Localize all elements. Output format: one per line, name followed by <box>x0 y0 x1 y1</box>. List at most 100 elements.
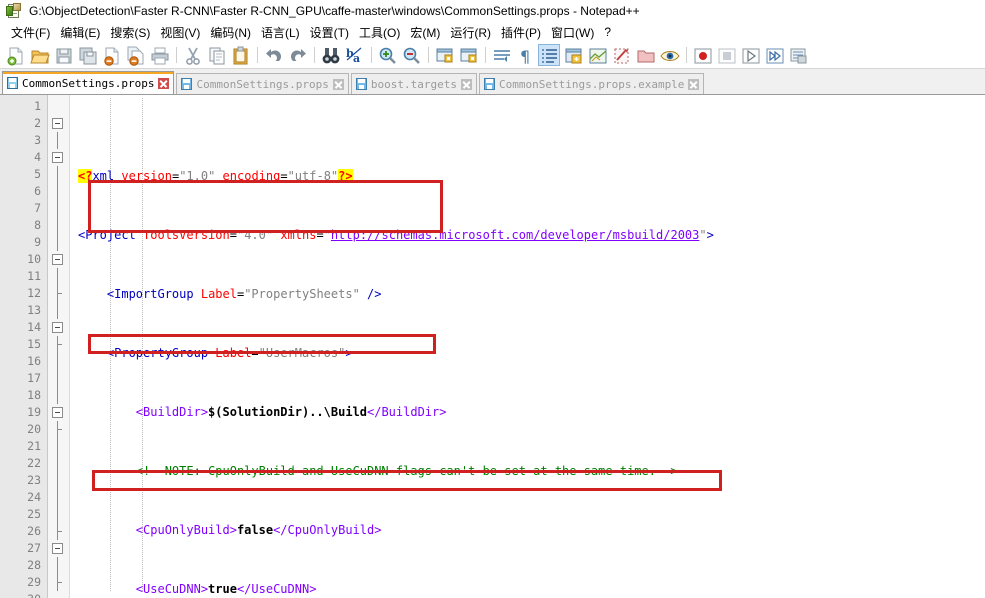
save-all-icon[interactable] <box>76 44 98 66</box>
document-map-icon[interactable] <box>586 44 608 66</box>
fold-row <box>48 166 69 183</box>
line-number: 21 <box>27 439 41 453</box>
line-number: 1 <box>34 99 41 113</box>
menu-tools[interactable]: 工具(O) <box>354 23 405 42</box>
separator-3 <box>314 47 315 63</box>
fold-row <box>48 438 69 455</box>
notepad-plus-plus-icon <box>6 3 22 19</box>
save-icon[interactable] <box>52 44 74 66</box>
code-line-5: <BuildDir>$(SolutionDir)..\Build</BuildD… <box>135 405 447 419</box>
tab-close-icon[interactable] <box>158 77 170 89</box>
fold-toggle-line-2[interactable] <box>48 115 69 132</box>
indent-guide-icon[interactable] <box>538 44 560 66</box>
tab-close-icon[interactable] <box>461 78 472 90</box>
fold-row <box>48 489 69 506</box>
menu-window[interactable]: 窗口(W) <box>546 23 599 42</box>
code-line-7: <CpuOnlyBuild>false</CpuOnlyBuild> <box>135 523 382 537</box>
fold-toggle-line-10[interactable] <box>48 251 69 268</box>
line-number: 26 <box>27 524 41 538</box>
code-content[interactable]: <?xml version="1.0" encoding="utf-8"?> <… <box>70 95 985 598</box>
fold-row <box>48 472 69 489</box>
zoom-in-icon[interactable] <box>376 44 398 66</box>
print-icon[interactable] <box>148 44 170 66</box>
zoom-out-icon[interactable] <box>400 44 422 66</box>
redo-icon[interactable] <box>286 44 308 66</box>
user-define-dialog-icon[interactable] <box>562 44 584 66</box>
fold-row <box>48 506 69 523</box>
line-number: 27 <box>27 541 41 555</box>
separator-5 <box>428 47 429 63</box>
fold-row <box>48 421 69 438</box>
close-all-icon[interactable] <box>124 44 146 66</box>
sync-horizontal-icon[interactable] <box>457 44 479 66</box>
menu-encoding[interactable]: 编码(N) <box>205 23 256 42</box>
tab-close-icon[interactable] <box>688 78 700 90</box>
editor-area[interactable]: 1 2 3 4 5 6 7 8 9 10 11 12 13 14 15 16 1… <box>0 95 985 598</box>
fold-row <box>48 217 69 234</box>
folder-workspace-icon[interactable] <box>634 44 656 66</box>
line-number: 17 <box>27 371 41 385</box>
fold-row <box>48 455 69 472</box>
fold-toggle-line-14[interactable] <box>48 319 69 336</box>
save-macro-icon[interactable] <box>787 44 809 66</box>
line-number: 12 <box>27 286 41 300</box>
line-number: 25 <box>27 507 41 521</box>
menu-settings[interactable]: 设置(T) <box>305 23 354 42</box>
line-number: 18 <box>27 388 41 402</box>
line-number: 8 <box>34 218 41 232</box>
tab-label: CommonSettings.props <box>196 77 329 91</box>
play-macro-icon[interactable] <box>739 44 761 66</box>
monitoring-icon[interactable] <box>658 44 680 66</box>
record-macro-icon[interactable] <box>691 44 713 66</box>
word-wrap-icon[interactable] <box>490 44 512 66</box>
menu-help[interactable]: ? <box>599 24 616 40</box>
menu-plugins[interactable]: 插件(P) <box>496 23 546 42</box>
find-icon[interactable] <box>319 44 341 66</box>
sync-vertical-icon[interactable] <box>433 44 455 66</box>
fold-toggle-line-27[interactable] <box>48 540 69 557</box>
menu-language[interactable]: 语言(L) <box>256 23 305 42</box>
tab-close-icon[interactable] <box>332 78 344 90</box>
line-number: 10 <box>27 252 41 266</box>
function-list-icon[interactable] <box>610 44 632 66</box>
fold-row <box>48 234 69 251</box>
cut-icon[interactable] <box>181 44 203 66</box>
menu-macro[interactable]: 宏(M) <box>405 23 445 42</box>
menu-view[interactable]: 视图(V) <box>155 23 205 42</box>
fold-toggle-line-4[interactable] <box>48 149 69 166</box>
fold-row <box>48 370 69 387</box>
line-number: 2 <box>34 116 41 130</box>
tab-commonsettings-props-example[interactable]: CommonSettings.props.example <box>479 73 705 94</box>
fold-row <box>48 268 69 285</box>
line-number: 22 <box>27 456 41 470</box>
line-number: 19 <box>27 405 41 419</box>
tab-boost-targets[interactable]: boost.targets <box>350 73 477 94</box>
open-file-icon[interactable] <box>28 44 50 66</box>
run-multiple-macro-icon[interactable] <box>763 44 785 66</box>
menu-run[interactable]: 运行(R) <box>445 23 496 42</box>
code-line-4: <PropertyGroup Label="UserMacros"> <box>106 346 353 360</box>
tab-commonsettings-props-2[interactable]: CommonSettings.props <box>176 73 349 94</box>
close-file-icon[interactable] <box>100 44 122 66</box>
undo-icon[interactable] <box>262 44 284 66</box>
line-number: 14 <box>27 320 41 334</box>
line-number: 4 <box>34 150 41 164</box>
new-file-icon[interactable] <box>4 44 26 66</box>
tab-commonsettings-props[interactable]: CommonSettings.props <box>2 71 175 94</box>
copy-icon[interactable] <box>205 44 227 66</box>
code-line-8: <UseCuDNN>true</UseCuDNN> <box>135 582 317 596</box>
fold-toggle-line-19[interactable] <box>48 404 69 421</box>
fold-row <box>48 200 69 217</box>
tab-label: boost.targets <box>370 77 457 91</box>
fold-row <box>48 336 69 353</box>
menu-file[interactable]: 文件(F) <box>6 23 55 42</box>
show-all-chars-icon[interactable]: ¶ <box>514 44 536 66</box>
fold-margin[interactable] <box>48 95 70 598</box>
fold-row <box>48 574 69 591</box>
paste-icon[interactable] <box>229 44 251 66</box>
stop-macro-icon[interactable] <box>715 44 737 66</box>
menu-edit[interactable]: 编辑(E) <box>55 23 105 42</box>
code-line-1: <?xml version="1.0" encoding="utf-8"?> <box>78 169 353 183</box>
replace-icon[interactable]: b a <box>343 44 365 66</box>
menu-search[interactable]: 搜索(S) <box>105 23 155 42</box>
